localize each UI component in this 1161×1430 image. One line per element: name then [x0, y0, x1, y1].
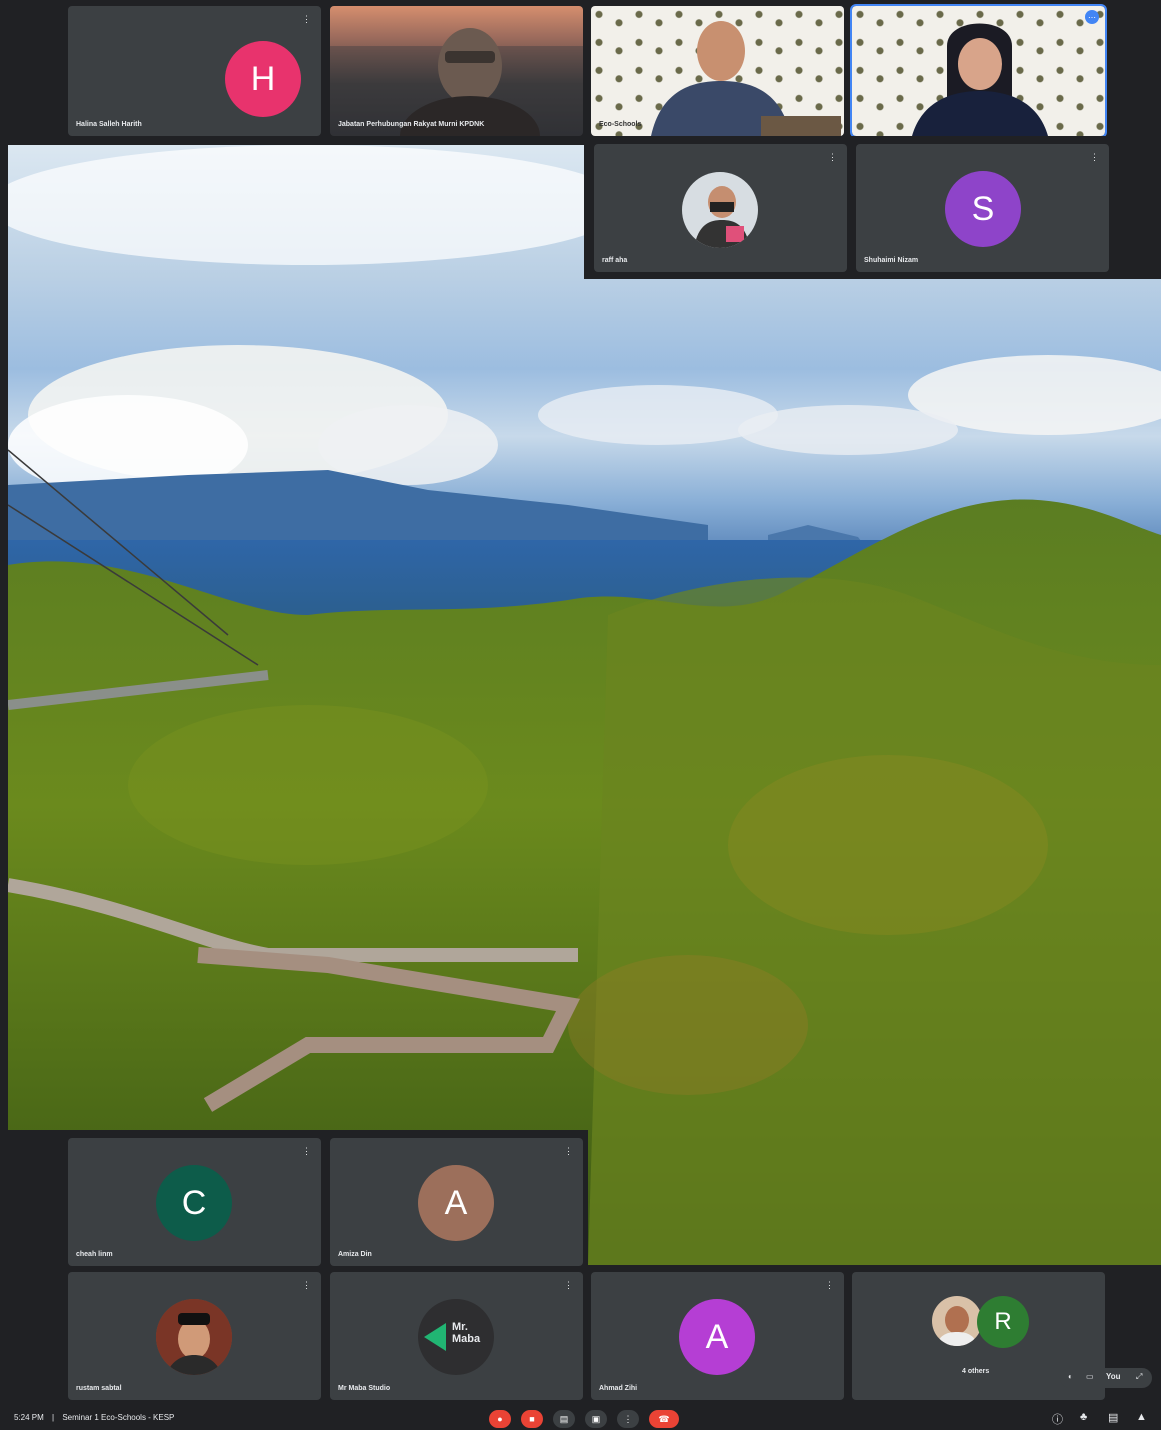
mic-off-icon: ⋮ [1090, 152, 1099, 162]
participant-tile-rafi[interactable]: ⋮ raff aha [594, 144, 847, 272]
participant-tile-rustam[interactable]: ⋮ rustam sabtal [68, 1272, 321, 1400]
captions-icon[interactable]: ▤ [553, 1410, 575, 1428]
logo-line: Mr. [452, 1321, 468, 1333]
avatar: C [156, 1165, 232, 1241]
participant-tile-amiza[interactable]: A ⋮ Amiza Din [330, 1138, 583, 1266]
video-feed [330, 28, 583, 136]
avatar [682, 172, 758, 248]
camera-icon[interactable]: ■ [521, 1410, 543, 1428]
participant-name: cheah linm [76, 1251, 113, 1258]
others-count: 4 others [962, 1368, 990, 1375]
participant-tile-speaker[interactable]: Eco-Schools [591, 6, 844, 136]
participant-name: rustam sabtal [76, 1385, 122, 1392]
meeting-title: Seminar 1 Eco-Schools - KESP [62, 1413, 175, 1422]
separator: | [52, 1413, 55, 1422]
self-view-controls[interactable]: ◐ ▭ You ⤢ [1060, 1368, 1152, 1388]
participant-tile-active-speaker[interactable]: ⋯ [850, 4, 1107, 138]
presentation-image [8, 145, 1161, 1265]
participant-name: Shuhaimi Nizam [864, 257, 919, 264]
speaking-indicator-icon: ⋯ [1085, 10, 1099, 24]
participant-name: Amiza Din [338, 1251, 372, 1258]
expand-icon[interactable]: ⤢ [1136, 1372, 1142, 1382]
mic-off-icon: ⋮ [564, 1146, 573, 1156]
participant-tile-mrmaba[interactable]: Mr. Maba ⋮ Mr Maba Studio [330, 1272, 583, 1400]
chat-icon[interactable]: ▤ [1108, 1411, 1118, 1424]
avatar [932, 1296, 982, 1346]
video-feed [651, 21, 841, 136]
bottom-bar: 5:24 PM | Seminar 1 Eco-Schools - KESP ●… [0, 1408, 1161, 1430]
logo-line: Maba [452, 1333, 481, 1345]
self-view-label: You [1106, 1372, 1121, 1381]
participant-name: Jabatan Perhubungan Rakyat Murni KPDNK [338, 121, 485, 128]
mic-off-icon: ⋮ [825, 1280, 834, 1290]
mic-off-icon: ⋮ [828, 152, 837, 162]
people-icon[interactable]: ♣ [1080, 1411, 1087, 1423]
mic-off-icon: ⋮ [302, 1146, 311, 1156]
avatar [156, 1299, 232, 1375]
mountain-landscape [8, 145, 1161, 1265]
participant-name: Halina Salleh Harith [76, 121, 142, 128]
avatar: H [225, 41, 301, 117]
hang-up-icon[interactable]: ☎ [649, 1410, 679, 1428]
profile-photo [156, 1299, 232, 1375]
mic-off-icon[interactable]: ● [489, 1410, 511, 1428]
avatar: A [418, 1165, 494, 1241]
participant-name: Eco-Schools [599, 121, 642, 128]
participant-name: Mr Maba Studio [338, 1385, 391, 1392]
participant-tile-shuhaimi[interactable]: S ⋮ Shuhaimi Nizam [856, 144, 1109, 272]
video-feed [912, 23, 1048, 136]
meeting-time: 5:24 PM [14, 1413, 44, 1422]
participant-tile-jabatan[interactable]: Jabatan Perhubungan Rakyat Murni KPDNK [330, 6, 583, 136]
participant-tile-halina[interactable]: H ⋮ Halina Salleh Harith [68, 6, 321, 136]
avatar: R [977, 1296, 1029, 1348]
avatar: A [679, 1299, 755, 1375]
mic-off-icon: ⋮ [564, 1280, 573, 1290]
info-icon[interactable]: ⓘ [1052, 1411, 1063, 1427]
participant-tile-ahmad[interactable]: A ⋮ Ahmad Zihi [591, 1272, 844, 1400]
self-view-icon[interactable]: ◐ [1068, 1372, 1073, 1381]
more-icon[interactable]: ⋮ [617, 1410, 639, 1428]
mic-off-icon: ⋮ [302, 1280, 311, 1290]
mic-off-icon: ⋮ [302, 14, 311, 24]
avatar: S [945, 171, 1021, 247]
participant-tile-cheah[interactable]: C ⋮ cheah linm [68, 1138, 321, 1266]
studio-logo: Mr. Maba [418, 1299, 494, 1375]
meet-stage: H ⋮ Halina Salleh Harith Jabatan Perhubu… [0, 0, 1161, 1430]
participant-name: raff aha [602, 257, 628, 264]
activities-icon[interactable]: ▲ [1136, 1411, 1147, 1423]
present-icon[interactable]: ▣ [585, 1410, 607, 1428]
profile-photo [694, 186, 750, 248]
participant-name: Ahmad Zihi [599, 1385, 638, 1392]
meeting-details: 5:24 PM | Seminar 1 Eco-Schools - KESP [14, 1413, 174, 1422]
pin-icon[interactable]: ▭ [1086, 1372, 1094, 1381]
profile-photo [936, 1306, 978, 1346]
